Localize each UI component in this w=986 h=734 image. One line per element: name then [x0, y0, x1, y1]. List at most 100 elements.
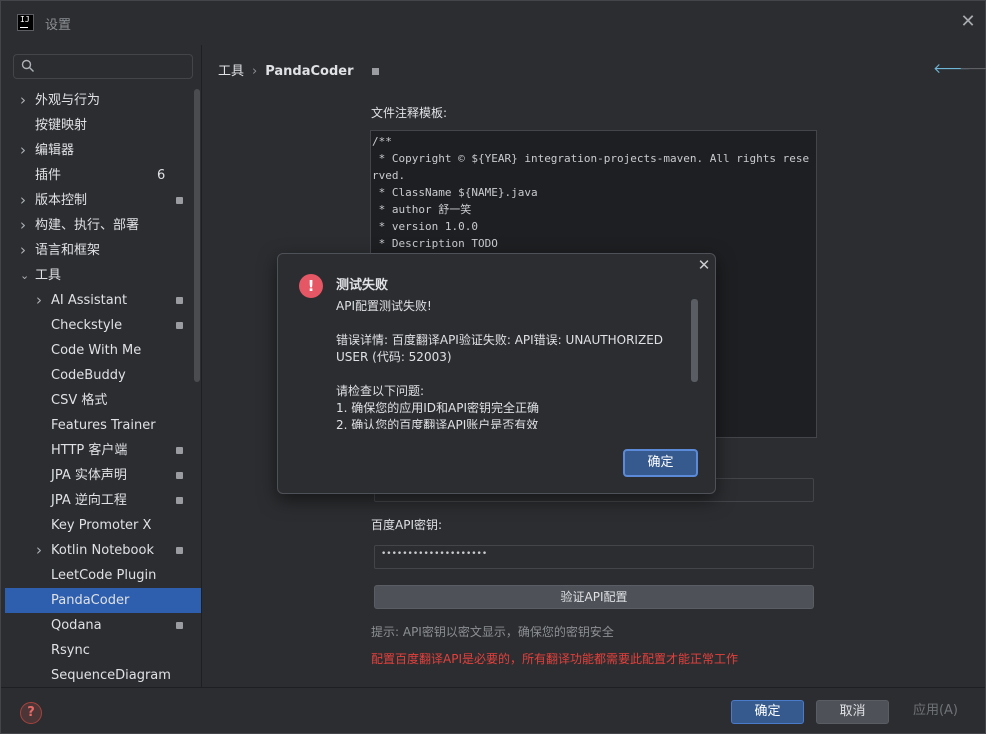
- settings-window: IJ 设置 ✕ › 外观与行为 按键映射 › 编辑器 插件 6 › 版本控制 › 构建、执行、部署 ›…: [0, 0, 986, 734]
- title-bar: IJ 设置 ✕: [1, 1, 985, 45]
- sidebar-item-label: SequenceDiagram: [51, 668, 171, 683]
- plugin-count: 6: [157, 168, 166, 183]
- hint-text: 提示: API密钥以密文显示，确保您的密钥安全: [371, 625, 614, 639]
- message-line: 2. 确认您的百度翻译API账户是否有效: [336, 418, 539, 429]
- sidebar-item-label: LeetCode Plugin: [51, 568, 157, 583]
- breadcrumb-parent[interactable]: 工具: [218, 64, 244, 79]
- sidebar-item[interactable]: › 语言和框架: [5, 238, 201, 263]
- project-level-icon: [176, 622, 183, 629]
- apply-button[interactable]: 应用(A): [899, 700, 972, 724]
- secret-field[interactable]: ••••••••••••••••••••: [374, 545, 814, 569]
- message-line: 请检查以下问题:: [336, 384, 425, 398]
- sidebar-item-label: JPA 实体声明: [51, 468, 127, 483]
- error-icon: !: [299, 274, 323, 298]
- sidebar-item[interactable]: Checkstyle: [5, 313, 201, 338]
- sidebar-item-label: AI Assistant: [51, 293, 128, 308]
- sidebar-scrollbar[interactable]: [194, 89, 200, 382]
- search-input[interactable]: [13, 54, 193, 79]
- sidebar-item-label: 构建、执行、部署: [35, 218, 140, 233]
- dialog-message: API配置测试失败! 错误详情: 百度翻译API验证失败: API错误: UNA…: [336, 298, 686, 429]
- sidebar-item-label: Code With Me: [51, 343, 142, 358]
- sidebar-item-label: JPA 逆向工程: [51, 493, 127, 508]
- message-line: 错误详情: 百度翻译API验证失败: API错误: UNAUTHORIZED U…: [336, 333, 664, 364]
- help-icon[interactable]: ?: [20, 702, 42, 724]
- sidebar-item[interactable]: JPA 实体声明: [5, 463, 201, 488]
- sidebar-item-label: Qodana: [51, 618, 102, 633]
- sidebar-item-label: Kotlin Notebook: [51, 543, 154, 558]
- sidebar-item[interactable]: 插件 6: [5, 163, 201, 188]
- window-title: 设置: [45, 18, 72, 33]
- sidebar-item[interactable]: LeetCode Plugin: [5, 563, 201, 588]
- message-line: 1. 确保您的应用ID和API密钥完全正确: [336, 401, 540, 415]
- sidebar-item[interactable]: ⌄ 工具: [5, 263, 201, 288]
- project-level-icon: [176, 297, 183, 304]
- dialog-ok-button[interactable]: 确定: [623, 449, 698, 477]
- sidebar-item[interactable]: › Kotlin Notebook: [5, 538, 201, 563]
- sidebar-item-label: Key Promoter X: [51, 518, 152, 533]
- sidebar-item-label: 编辑器: [35, 143, 75, 158]
- error-dialog: ✕ ! 测试失败 API配置测试失败! 错误详情: 百度翻译API验证失败: A…: [277, 253, 716, 494]
- sidebar-item[interactable]: Rsync: [5, 638, 201, 663]
- sidebar-item[interactable]: CodeBuddy: [5, 363, 201, 388]
- chevron-down-icon[interactable]: ⌄: [20, 263, 32, 288]
- settings-sidebar: › 外观与行为 按键映射 › 编辑器 插件 6 › 版本控制 › 构建、执行、部署 › 语言和框架 ⌄ 工具…: [5, 45, 201, 687]
- sidebar-item[interactable]: › 版本控制: [5, 188, 201, 213]
- sidebar-item-label: 插件: [35, 168, 62, 183]
- sidebar-item[interactable]: › AI Assistant: [5, 288, 201, 313]
- chevron-right-icon[interactable]: ›: [20, 88, 32, 113]
- sidebar-item[interactable]: Qodana: [5, 613, 201, 638]
- sidebar-item-label: 外观与行为: [35, 93, 101, 108]
- sidebar-item-label: Checkstyle: [51, 318, 123, 333]
- intellij-app-icon: IJ: [17, 14, 34, 31]
- forward-arrow-icon[interactable]: 🡒: [959, 60, 986, 77]
- project-level-icon: [176, 322, 183, 329]
- warning-text: 配置百度翻译API是必要的，所有翻译功能都需要此配置才能正常工作: [371, 652, 738, 666]
- verify-api-button[interactable]: 验证API配置: [374, 585, 814, 609]
- sidebar-item[interactable]: 按键映射: [5, 113, 201, 138]
- project-level-icon: [176, 472, 183, 479]
- sidebar-item[interactable]: PandaCoder: [5, 588, 201, 613]
- secret-value: ••••••••••••••••••••: [381, 549, 488, 559]
- project-level-icon: [176, 497, 183, 504]
- chevron-right-icon[interactable]: ›: [20, 188, 32, 213]
- sidebar-item-label: HTTP 客户端: [51, 443, 128, 458]
- sidebar-item[interactable]: › 外观与行为: [5, 88, 201, 113]
- project-level-icon: [176, 447, 183, 454]
- sidebar-item[interactable]: › 编辑器: [5, 138, 201, 163]
- sidebar-item-label: CodeBuddy: [51, 368, 126, 383]
- chevron-right-icon[interactable]: ›: [20, 238, 32, 263]
- project-level-icon: [176, 197, 183, 204]
- settings-tree: › 外观与行为 按键映射 › 编辑器 插件 6 › 版本控制 › 构建、执行、部署 › 语言和框架 ⌄ 工具…: [5, 88, 201, 688]
- dialog-scrollbar[interactable]: [691, 299, 698, 382]
- sidebar-item[interactable]: Key Promoter X: [5, 513, 201, 538]
- plugin-badge-icon: [371, 68, 379, 75]
- message-line: API配置测试失败!: [336, 299, 432, 313]
- chevron-right-icon[interactable]: ›: [36, 288, 48, 313]
- sidebar-item[interactable]: JPA 逆向工程: [5, 488, 201, 513]
- sidebar-item[interactable]: SequenceDiagram: [5, 663, 201, 688]
- chevron-right-icon[interactable]: ›: [20, 138, 32, 163]
- sidebar-item-label: 版本控制: [35, 193, 88, 208]
- close-window-icon[interactable]: ✕: [959, 13, 977, 31]
- sidebar-item[interactable]: › 构建、执行、部署: [5, 213, 201, 238]
- secret-label: 百度API密钥:: [371, 518, 443, 532]
- sidebar-item[interactable]: Features Trainer: [5, 413, 201, 438]
- template-label: 文件注释模板:: [371, 106, 448, 120]
- breadcrumb-separator: ›: [252, 64, 258, 79]
- breadcrumb-current: PandaCoder: [265, 64, 354, 79]
- sidebar-item[interactable]: Code With Me: [5, 338, 201, 363]
- close-dialog-icon[interactable]: ✕: [697, 258, 711, 273]
- sidebar-item-label: CSV 格式: [51, 393, 108, 408]
- cancel-button[interactable]: 取消: [816, 700, 889, 724]
- search-icon: [21, 59, 34, 72]
- ok-button[interactable]: 确定: [731, 700, 804, 724]
- chevron-right-icon[interactable]: ›: [20, 213, 32, 238]
- sidebar-item-label: Rsync: [51, 643, 90, 658]
- sidebar-item[interactable]: HTTP 客户端: [5, 438, 201, 463]
- sidebar-item-label: 工具: [35, 268, 62, 283]
- chevron-right-icon[interactable]: ›: [36, 538, 48, 563]
- sidebar-item-label: Features Trainer: [51, 418, 156, 433]
- sidebar-item-label: 按键映射: [35, 118, 88, 133]
- breadcrumb: 工具 › PandaCoder: [218, 60, 379, 79]
- sidebar-item[interactable]: CSV 格式: [5, 388, 201, 413]
